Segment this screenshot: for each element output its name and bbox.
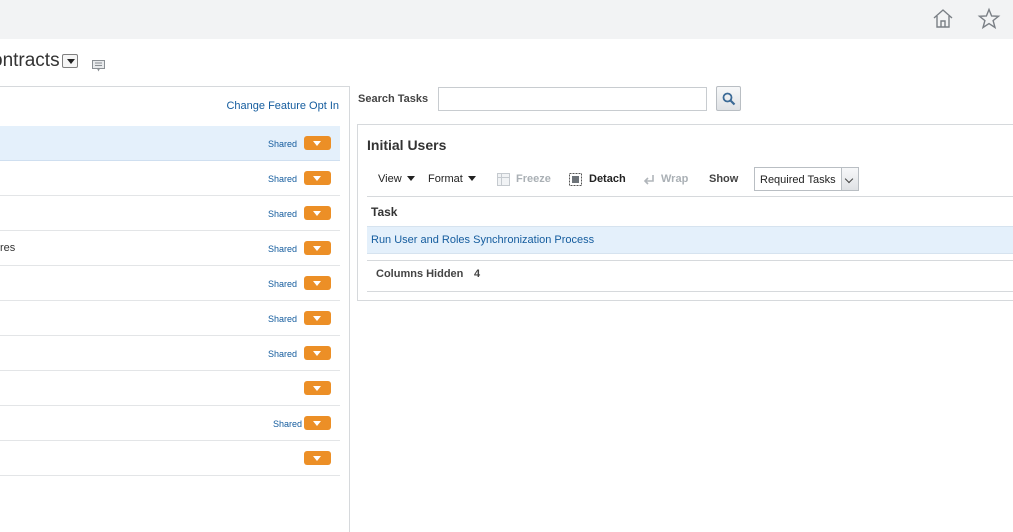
panel-title: Initial Users bbox=[367, 137, 447, 153]
detach-icon bbox=[569, 173, 582, 186]
row-menu-button[interactable] bbox=[304, 136, 331, 150]
shared-link[interactable]: Shared bbox=[268, 174, 297, 184]
list-item[interactable]: Shared bbox=[0, 126, 340, 161]
columns-hidden-bar: Columns Hidden 4 bbox=[367, 260, 1013, 292]
search-tasks-label: Search Tasks bbox=[358, 93, 429, 105]
shared-link[interactable]: Shared bbox=[268, 244, 297, 254]
show-label: Show bbox=[709, 173, 739, 185]
row-menu-button[interactable] bbox=[304, 311, 331, 325]
row-menu-button[interactable] bbox=[304, 381, 331, 395]
task-link[interactable]: Run User and Roles Synchronization Proce… bbox=[371, 234, 594, 246]
shared-link[interactable]: Shared bbox=[268, 209, 297, 219]
table-header: Task bbox=[367, 196, 1013, 226]
search-icon bbox=[722, 92, 736, 106]
row-menu-button[interactable] bbox=[304, 451, 331, 465]
show-select-value: Required Tasks bbox=[760, 174, 836, 186]
feature-rows: Shared Shared Shared res Shared Shared S… bbox=[0, 126, 340, 476]
star-icon[interactable] bbox=[977, 7, 1001, 31]
list-item[interactable]: Shared bbox=[0, 406, 340, 441]
shared-link[interactable]: Shared bbox=[268, 279, 297, 289]
list-item[interactable]: Shared bbox=[0, 301, 340, 336]
row-menu-button[interactable] bbox=[304, 416, 331, 430]
list-item[interactable]: Shared bbox=[0, 161, 340, 196]
list-item[interactable]: Shared bbox=[0, 196, 340, 231]
shared-link[interactable]: Shared bbox=[268, 139, 297, 149]
view-menu[interactable]: View bbox=[378, 173, 415, 185]
wrap-button[interactable]: Wrap bbox=[661, 173, 688, 185]
view-label: View bbox=[378, 173, 402, 185]
caret-down-icon bbox=[406, 176, 415, 181]
page-title: ontracts bbox=[0, 50, 60, 71]
format-menu[interactable]: Format bbox=[428, 173, 476, 185]
shared-link[interactable]: Shared bbox=[268, 349, 297, 359]
top-bar bbox=[0, 0, 1013, 39]
show-select[interactable]: Required Tasks bbox=[754, 167, 859, 191]
notes-icon[interactable] bbox=[92, 59, 105, 72]
columns-hidden-count[interactable]: 4 bbox=[474, 268, 480, 280]
row-menu-button[interactable] bbox=[304, 171, 331, 185]
row-menu-button[interactable] bbox=[304, 206, 331, 220]
row-menu-button[interactable] bbox=[304, 276, 331, 290]
list-item[interactable] bbox=[0, 371, 340, 406]
caret-down-icon bbox=[467, 176, 476, 181]
home-icon[interactable] bbox=[931, 7, 955, 31]
search-button[interactable] bbox=[716, 86, 741, 111]
chevron-down-icon[interactable] bbox=[841, 168, 858, 190]
detach-button[interactable]: Detach bbox=[589, 173, 626, 185]
feature-list-panel: Change Feature Opt In Shared Shared Shar… bbox=[0, 86, 350, 532]
list-item[interactable] bbox=[0, 441, 340, 476]
shared-link[interactable]: Shared bbox=[268, 314, 297, 324]
freeze-button[interactable]: Freeze bbox=[516, 173, 551, 185]
table-toolbar: View Format Freeze Detach Wrap Show Requ… bbox=[368, 167, 1013, 191]
shared-link[interactable]: Shared bbox=[273, 419, 302, 429]
columns-hidden-label: Columns Hidden bbox=[376, 268, 464, 280]
row-menu-button[interactable] bbox=[304, 241, 331, 255]
list-item[interactable]: Shared bbox=[0, 266, 340, 301]
list-item[interactable]: res Shared bbox=[0, 231, 340, 266]
freeze-icon bbox=[497, 173, 510, 186]
search-tasks-input[interactable] bbox=[438, 87, 707, 111]
format-label: Format bbox=[428, 173, 463, 185]
wrap-icon bbox=[643, 173, 656, 186]
change-feature-opt-in-link[interactable]: Change Feature Opt In bbox=[226, 100, 339, 112]
list-item-label: res bbox=[0, 242, 16, 254]
row-menu-button[interactable] bbox=[304, 346, 331, 360]
initial-users-panel: Initial Users View Format Freeze Detach … bbox=[357, 124, 1013, 301]
title-dropdown-button[interactable] bbox=[62, 54, 78, 68]
list-item[interactable]: Shared bbox=[0, 336, 340, 371]
column-header-task[interactable]: Task bbox=[371, 205, 397, 219]
table-row[interactable]: Run User and Roles Synchronization Proce… bbox=[367, 226, 1013, 254]
